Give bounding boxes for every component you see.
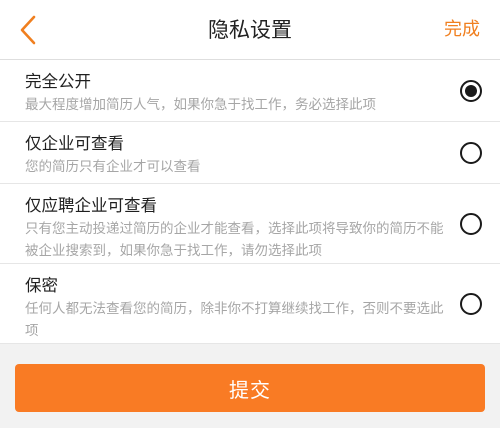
- submit-button[interactable]: 提交: [15, 364, 485, 412]
- option-applied-companies-only[interactable]: 仅应聘企业可查看 只有您主动投递过简历的企业才能查看，选择此项将导致你的简历不能…: [0, 184, 500, 264]
- radio-public[interactable]: [460, 80, 482, 102]
- option-private[interactable]: 保密 任何人都无法查看您的简历，除非你不打算继续找工作，否则不要选此项: [0, 264, 500, 344]
- option-companies-only[interactable]: 仅企业可查看 您的简历只有企业才可以查看: [0, 122, 500, 184]
- done-button[interactable]: 完成: [444, 0, 480, 60]
- option-title: 保密: [25, 276, 58, 295]
- radio-companies-only[interactable]: [460, 142, 482, 164]
- privacy-options-list: 完全公开 最大程度增加简历人气，如果你急于找工作，务必选择此项 仅企业可查看 您…: [0, 60, 500, 344]
- back-button[interactable]: [10, 12, 46, 48]
- option-description: 只有您主动投递过简历的企业才能查看，选择此项将导致你的简历不能被企业搜索到，如果…: [25, 221, 444, 259]
- option-title: 仅应聘企业可查看: [25, 196, 157, 215]
- option-description: 任何人都无法查看您的简历，除非你不打算继续找工作，否则不要选此项: [25, 301, 444, 339]
- radio-applied-companies-only[interactable]: [460, 213, 482, 235]
- option-description: 最大程度增加简历人气，如果你急于找工作，务必选择此项: [25, 97, 376, 113]
- option-description: 您的简历只有企业才可以查看: [25, 159, 201, 175]
- radio-private[interactable]: [460, 293, 482, 315]
- chevron-left-icon: [20, 15, 36, 45]
- option-title: 完全公开: [25, 72, 91, 91]
- nav-bar: 隐私设置 完成: [0, 0, 500, 60]
- option-public[interactable]: 完全公开 最大程度增加简历人气，如果你急于找工作，务必选择此项: [0, 60, 500, 122]
- radio-dot: [465, 85, 477, 97]
- page-title: 隐私设置: [208, 18, 292, 42]
- option-title: 仅企业可查看: [25, 134, 124, 153]
